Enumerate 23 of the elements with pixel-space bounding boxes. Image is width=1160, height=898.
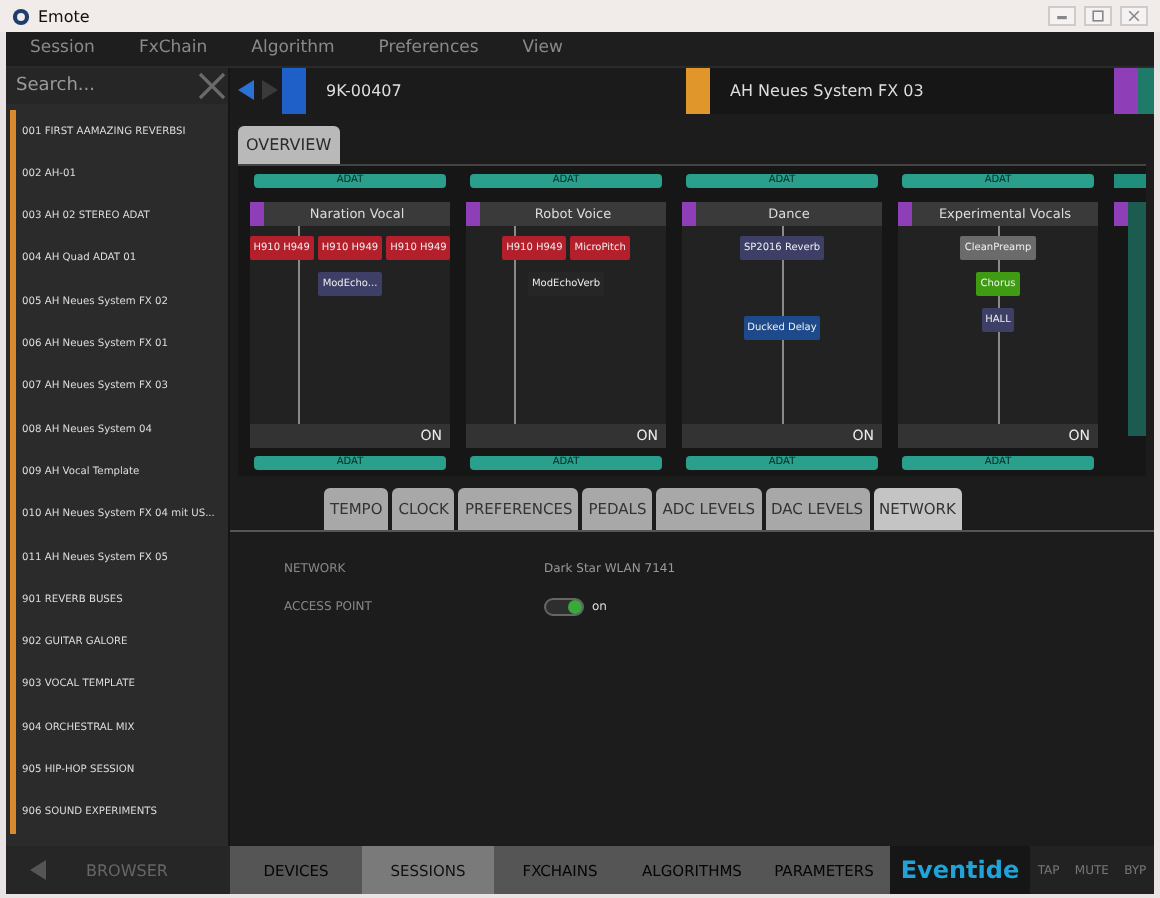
brand-logo: Eventide: [890, 846, 1030, 894]
menu-item[interactable]: Session: [30, 38, 95, 59]
color-swatch: [1114, 67, 1138, 114]
device-name: 9K-00407: [324, 81, 404, 100]
maximize-button[interactable]: [1084, 6, 1112, 26]
minimize-button[interactable]: [1048, 6, 1076, 26]
session-name: AH Neues System FX 03: [728, 81, 926, 100]
menu-item[interactable]: View: [522, 38, 563, 59]
close-button[interactable]: [1120, 6, 1148, 26]
clear-search-icon[interactable]: [196, 69, 228, 102]
previous-arrow-icon[interactable]: [234, 78, 258, 103]
menu-item[interactable]: Preferences: [378, 38, 479, 59]
menu-item[interactable]: FxChain: [138, 38, 208, 59]
window-title: Emote: [38, 7, 92, 25]
app-logo-icon: [12, 7, 30, 25]
view-tab[interactable]: OVERVIEW: [238, 125, 340, 164]
chain-color-tab: [898, 201, 912, 226]
menu-item[interactable]: Algorithm: [251, 38, 335, 59]
back-arrow-icon: [30, 860, 46, 880]
chain-color-tab: [466, 201, 480, 226]
chain-color-tab: [682, 201, 696, 226]
toggle-switch[interactable]: [544, 598, 584, 617]
chain-color-tab: [250, 201, 264, 226]
